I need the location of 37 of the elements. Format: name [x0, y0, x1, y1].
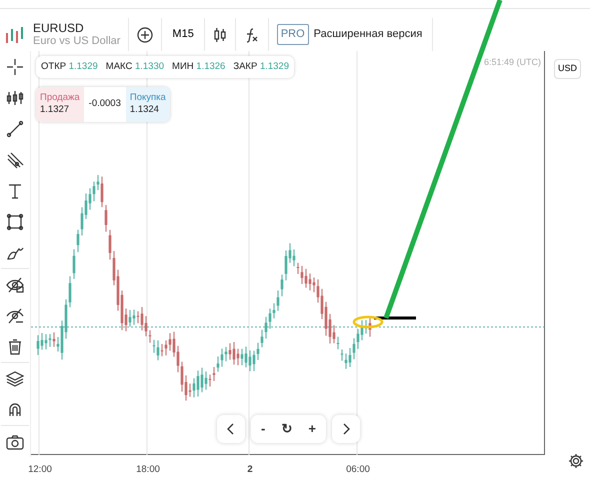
candles-icon[interactable] — [212, 26, 227, 42]
time-axis-label: 12:00 — [28, 463, 52, 477]
buy-button[interactable]: Покупка 1.1324 — [126, 87, 170, 122]
symbol-name: EURUSD — [33, 22, 85, 36]
zoom-in-button[interactable]: + — [304, 419, 320, 439]
logo-icon — [5, 24, 25, 44]
ohlc-label: ЗАКР — [233, 61, 258, 72]
layers-icon[interactable] — [5, 368, 25, 388]
highlight-ellipse — [352, 316, 384, 328]
rectangle-icon[interactable] — [5, 212, 25, 232]
ohlc-value: 1.1330 — [134, 61, 164, 72]
chevron-right-icon — [340, 423, 351, 435]
reset-button[interactable]: ↻ — [277, 419, 296, 439]
time-axis-label: 06:00 — [346, 463, 370, 477]
ohlc-label: ОТКР — [41, 61, 66, 72]
add-symbol-button[interactable] — [137, 26, 154, 42]
chevron-left-icon — [226, 423, 236, 435]
pro-badge: PRO — [276, 24, 309, 45]
symbol-description: Euro vs US Dollar — [33, 35, 120, 48]
time-axis-label: 2 — [247, 463, 253, 477]
horizontal-line — [374, 316, 416, 320]
interval-button[interactable]: M15 — [172, 26, 194, 43]
clock-text: 6:51:49 (UTC) — [484, 56, 541, 69]
ohlc-label: МИН — [172, 61, 194, 72]
ohlc-label: МАКС — [106, 61, 132, 72]
zoom-out-button[interactable]: - — [257, 419, 270, 439]
time-axis-label: 18:00 — [136, 463, 160, 477]
spread-value: -0.0003 — [84, 87, 126, 122]
ohlc-value: 1.1326 — [196, 61, 226, 72]
ohlc-value: 1.1329 — [260, 61, 289, 72]
trend-line-icon[interactable] — [5, 118, 25, 138]
settings-icon[interactable] — [568, 453, 584, 470]
crosshair-icon[interactable] — [5, 56, 25, 76]
ohlc-value: 1.1329 — [68, 61, 98, 72]
sell-button[interactable]: Продажа 1.1327 — [36, 87, 84, 122]
pro-version-label[interactable]: Расширенная версия — [314, 26, 422, 43]
currency-button[interactable]: USD — [554, 59, 582, 78]
